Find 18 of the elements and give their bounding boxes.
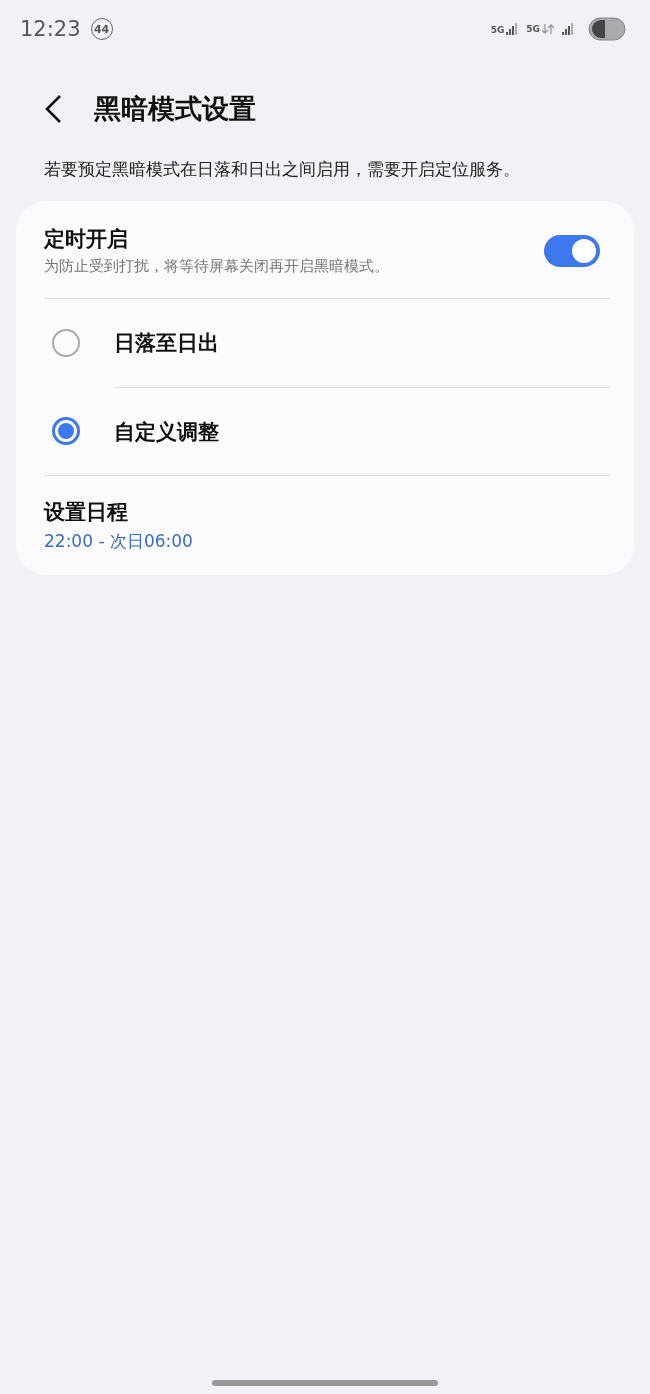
signal-icon xyxy=(506,23,519,35)
back-icon[interactable] xyxy=(44,94,64,124)
radio-button[interactable] xyxy=(52,417,80,445)
location-notice: 若要预定黑暗模式在日落和日出之间启用，需要开启定位服务。 xyxy=(44,158,521,181)
page-title: 黑暗模式设置 xyxy=(94,92,256,126)
toggle-switch[interactable] xyxy=(544,234,600,267)
network-type: 5G xyxy=(526,25,540,34)
signal-icon xyxy=(562,23,574,35)
status-time: 12:23 xyxy=(20,17,81,41)
setting-label: 定时开启 xyxy=(44,226,129,253)
data-arrows-icon xyxy=(542,24,554,34)
setting-description: 为防止受到打扰，将等待屏幕关闭再开启黑暗模式。 xyxy=(44,257,390,276)
setting-label[interactable]: 设置日程 xyxy=(44,498,610,526)
radio-button[interactable] xyxy=(52,329,80,357)
option-label[interactable]: 自定义调整 xyxy=(114,386,610,476)
schedule-time: 22:00 - 次日06:00 xyxy=(44,530,194,553)
option-label[interactable]: 日落至日出 xyxy=(114,299,610,387)
network-type: 5G xyxy=(490,26,505,35)
